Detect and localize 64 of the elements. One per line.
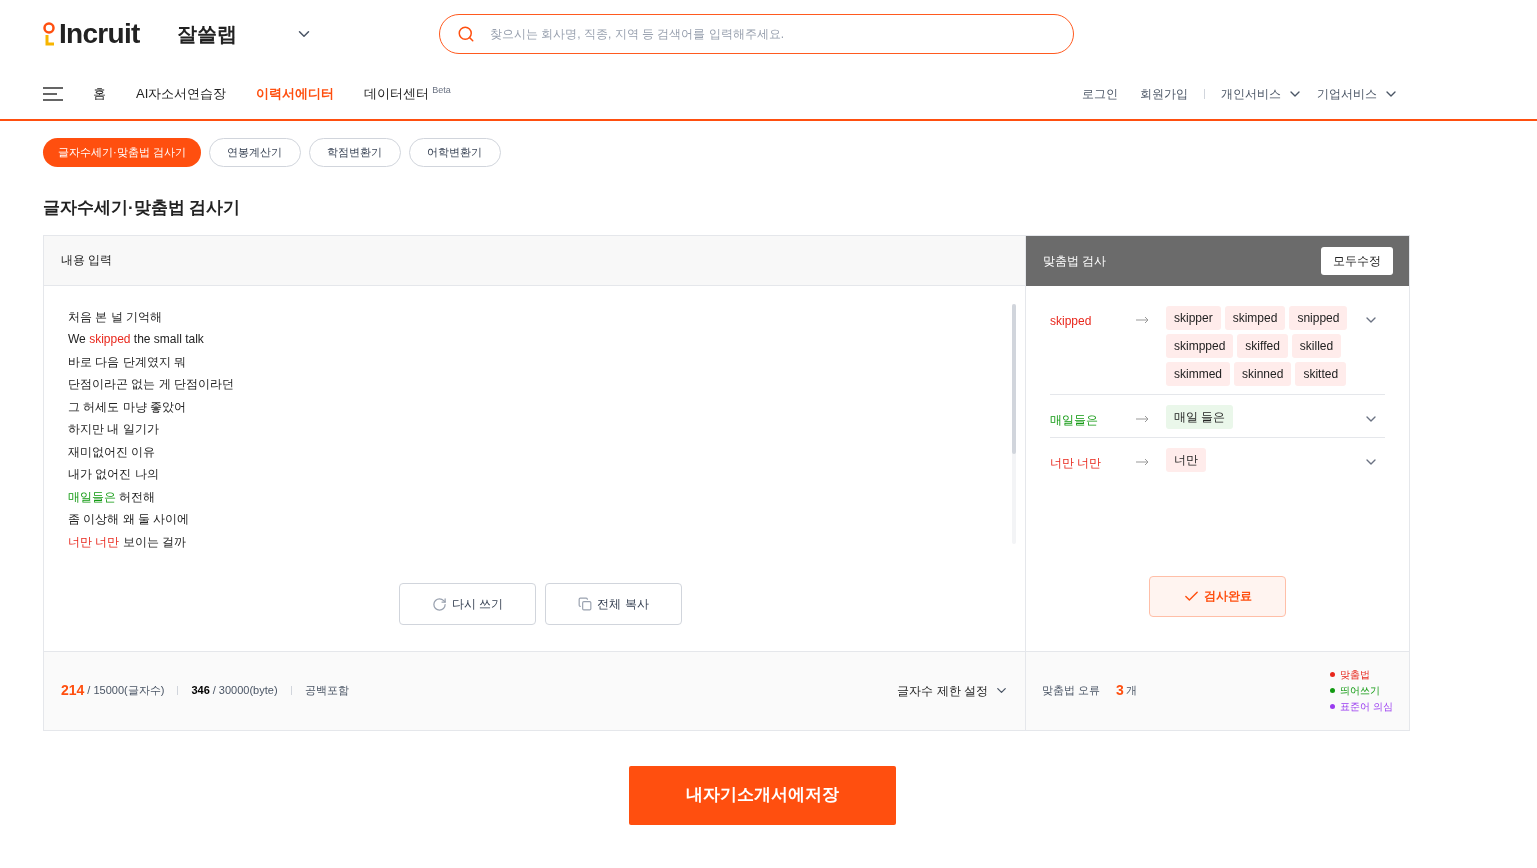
logo-mark-icon: [43, 22, 57, 46]
suggestion-chip[interactable]: skiffed: [1237, 333, 1288, 358]
rewrite-button[interactable]: 다시 쓰기: [399, 583, 536, 625]
error-word: skipped: [1050, 312, 1093, 330]
service-menu[interactable]: 개인서비스: [1221, 84, 1303, 103]
error-word: 너만 너만: [1050, 454, 1103, 472]
nav-link[interactable]: 홈: [93, 83, 106, 104]
text-line: 바로 다음 단계였지 뭐: [68, 353, 186, 371]
page-title: 글자수세기·맞춤법 검사기: [42, 197, 242, 219]
arrow-icon: [1136, 315, 1149, 324]
nav-link[interactable]: 데이터센터 $^{Beta}$: [364, 83, 451, 104]
logo[interactable]: Incruit: [59, 20, 140, 48]
suggestion-chip[interactable]: snipped: [1289, 305, 1348, 330]
suggestion-chip[interactable]: skitted: [1295, 361, 1347, 386]
whitespace-label: 공백포함: [304, 683, 349, 699]
error-label: 맞춤법 오류: [1042, 683, 1101, 699]
error-count: 3: [1116, 681, 1124, 700]
char-count: 214: [61, 681, 85, 700]
error-word: 매일들은: [1050, 411, 1099, 429]
legend-label: 표준어 의심: [1340, 699, 1393, 714]
text-line: 재미없어진 이유: [68, 443, 156, 461]
search-icon[interactable]: [457, 25, 475, 43]
checker-title: 맞춤법 검사: [1043, 252, 1107, 270]
menu-icon[interactable]: [43, 86, 63, 101]
error-unit: 개: [1125, 683, 1137, 699]
search-field[interactable]: 찾으시는 회사명, 직종, 지역 등 검색어를 입력해주세요.: [439, 14, 1074, 54]
suggestion-chip[interactable]: 매일 들은: [1166, 404, 1234, 429]
suggestion-chip[interactable]: skimped: [1224, 305, 1286, 330]
scrollbar[interactable]: [1012, 303, 1016, 544]
suggestion-chip[interactable]: 너만: [1166, 447, 1206, 472]
text-line: 단점이라곤 없는 게 단점이라던: [68, 376, 234, 393]
text-line: 내가 없어진 나의: [68, 466, 159, 483]
limit-setting-dropdown[interactable]: 글자수 제한 설정: [897, 681, 1009, 700]
text-line: We skipped the small talk: [68, 331, 204, 348]
beta-label: Beta: [432, 85, 451, 96]
copy-icon: [578, 597, 593, 611]
legend-label: 띄어쓰기: [1340, 683, 1381, 698]
text-line: 너만 너만 보이는 걸까: [68, 533, 186, 551]
byte-limit: / 30000(byte): [212, 683, 278, 699]
suggestion-chip[interactable]: skimpped: [1166, 333, 1234, 358]
suggestion-chip[interactable]: skilled: [1291, 333, 1342, 358]
account-link[interactable]: 회원가입: [1140, 84, 1188, 103]
char-limit: / 15000(글자수): [87, 683, 165, 699]
nav-link[interactable]: AI자소서연습장: [136, 83, 227, 104]
account-link[interactable]: 로그인: [1082, 84, 1118, 103]
text-line: 하지만 내 일기가: [68, 421, 159, 438]
text-area[interactable]: 처음 본 널 기억해 We skipped the small talk 바로 다음 단계였지 뭐 단점이라곤 없는 게 단점이라던 그 허세도 마냥 좋았어 하지만 내 일기가 재미없어진 이유 내가 없어진 나의 매일들은 허전해 좀 이상해 왜 둘 사이에 너만 너만 보이는 걸까: [44, 285, 1025, 553]
arrow-icon: [1136, 414, 1149, 423]
suggestion-chip[interactable]: skipper: [1166, 305, 1221, 330]
suggestion-chip[interactable]: skinned: [1234, 361, 1292, 386]
legend-label: 맞춤법: [1340, 667, 1371, 682]
refresh-icon: [431, 596, 447, 612]
text-line: 좀 이상해 왜 둘 사이에: [68, 511, 190, 528]
text-line: 처음 본 널 기억해: [68, 308, 162, 326]
arrow-icon: [1136, 457, 1149, 466]
suggestion-chip[interactable]: skimmed: [1166, 361, 1230, 386]
copy-all-button[interactable]: 전체 복사: [545, 583, 682, 625]
service-name: 잘쓸랩: [177, 22, 237, 47]
editor-title: 내용 입력: [61, 252, 113, 269]
byte-count: 346: [191, 683, 210, 699]
service-menu[interactable]: 기업서비스: [1317, 84, 1399, 103]
text-line: 그 허세도 마냥 좋았어: [68, 398, 186, 416]
fix-all-button[interactable]: 모두수정: [1321, 246, 1393, 275]
text-line: 매일들은 허전해: [68, 488, 156, 506]
